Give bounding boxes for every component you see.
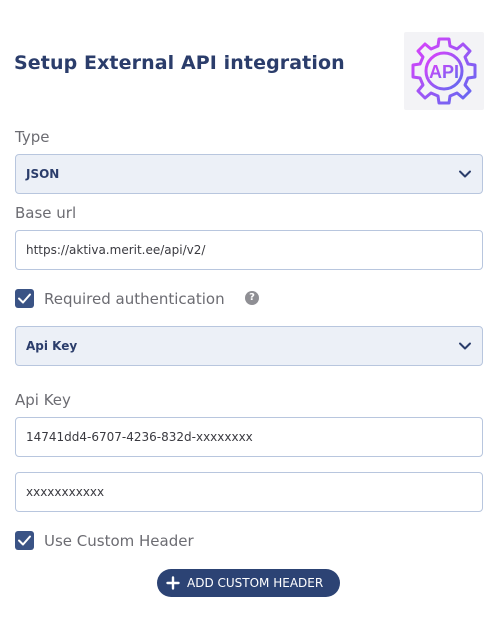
base-url-input[interactable]: https://aktiva.merit.ee/api/v2/ xyxy=(15,230,483,270)
checkmark-icon xyxy=(18,535,31,546)
api-secret-input[interactable]: xxxxxxxxxxx xyxy=(15,472,483,512)
api-gear-icon: API xyxy=(411,37,477,105)
auth-type-select[interactable]: Api Key xyxy=(15,326,483,366)
api-logo: API xyxy=(404,32,484,110)
base-url-value: https://aktiva.merit.ee/api/v2/ xyxy=(26,243,206,257)
add-custom-header-button[interactable]: ADD CUSTOM HEADER xyxy=(157,569,340,597)
chevron-down-icon xyxy=(459,170,471,178)
type-select[interactable]: JSON xyxy=(15,154,483,194)
base-url-label: Base url xyxy=(15,204,77,222)
required-auth-label: Required authentication xyxy=(44,290,225,308)
logo-text: API xyxy=(429,62,459,82)
page-title: Setup External API integration xyxy=(14,52,345,74)
type-label: Type xyxy=(15,128,50,146)
use-custom-header-checkbox[interactable] xyxy=(15,531,34,550)
required-auth-checkbox[interactable] xyxy=(15,289,34,308)
chevron-down-icon xyxy=(459,342,471,350)
api-key-input[interactable]: 14741dd4-6707-4236-832d-xxxxxxxx xyxy=(15,417,483,457)
plus-icon xyxy=(166,576,180,590)
api-key-value: 14741dd4-6707-4236-832d-xxxxxxxx xyxy=(26,430,253,444)
use-custom-header-label: Use Custom Header xyxy=(44,532,194,550)
api-key-label: Api Key xyxy=(15,391,71,409)
help-icon[interactable]: ? xyxy=(245,291,259,305)
auth-type-value: Api Key xyxy=(26,339,78,353)
add-custom-header-label: ADD CUSTOM HEADER xyxy=(187,576,324,590)
api-secret-value: xxxxxxxxxxx xyxy=(26,485,105,499)
checkmark-icon xyxy=(18,293,31,304)
type-select-value: JSON xyxy=(26,167,60,181)
